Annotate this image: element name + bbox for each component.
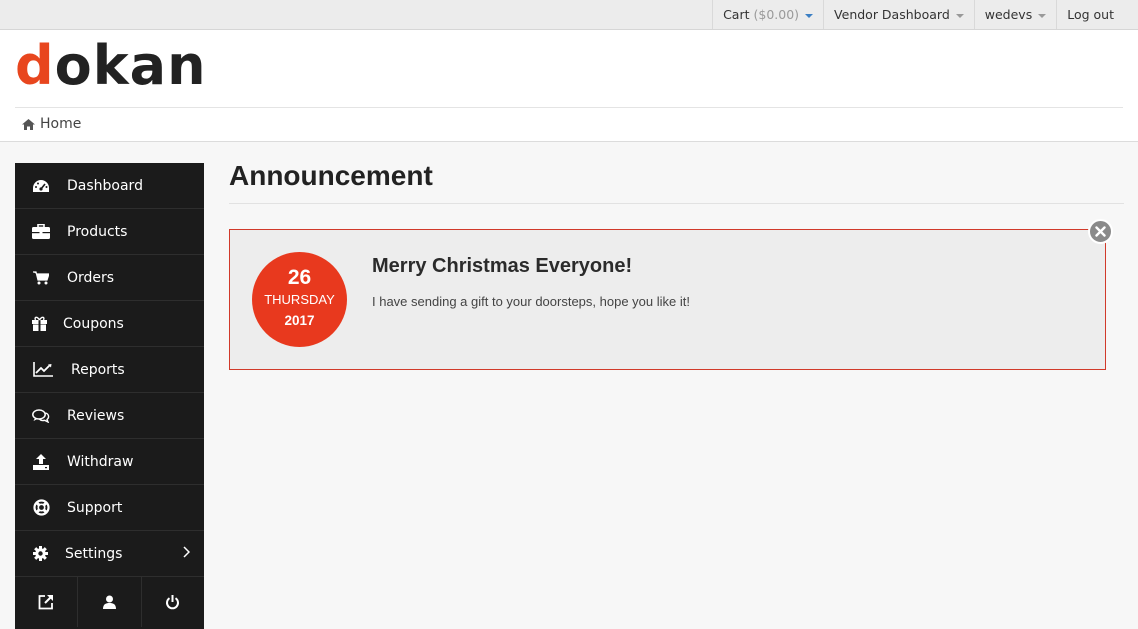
edit-account-button[interactable] <box>78 577 142 627</box>
logo-first-letter: d <box>15 34 55 97</box>
caret-down-icon <box>1038 13 1047 18</box>
user-icon <box>102 595 116 609</box>
chevron-right-icon <box>183 546 190 558</box>
cart-icon <box>15 270 67 285</box>
logo-rest: okan <box>54 34 207 97</box>
vendor-dashboard-menu[interactable]: Vendor Dashboard <box>823 0 974 29</box>
sidebar-item-label: Orders <box>67 269 115 286</box>
sidebar-item-label: Coupons <box>63 315 124 332</box>
logout-button[interactable] <box>142 577 204 627</box>
announcement-title[interactable]: Merry Christmas Everyone! <box>372 255 632 278</box>
cart-amount: ($0.00) <box>753 7 800 22</box>
sidebar-item-label: Reviews <box>67 407 125 424</box>
cart-label: Cart <box>723 7 750 22</box>
page-title: Announcement <box>229 160 433 191</box>
site-header: dokan Home <box>0 30 1138 142</box>
title-divider <box>229 203 1124 204</box>
power-icon <box>166 594 180 609</box>
site-logo[interactable]: dokan <box>15 34 207 98</box>
sidebar-item-withdraw[interactable]: Withdraw <box>15 439 204 485</box>
vendor-dashboard-label: Vendor Dashboard <box>834 7 950 22</box>
caret-down-icon <box>955 13 964 18</box>
visit-store-button[interactable] <box>15 577 79 627</box>
sidebar-item-products[interactable]: Products <box>15 209 204 255</box>
sidebar-item-label: Reports <box>71 361 125 378</box>
sidebar-item-label: Withdraw <box>67 453 134 470</box>
caret-down-icon <box>805 13 814 18</box>
sidebar-item-reviews[interactable]: Reviews <box>15 393 204 439</box>
top-bar: Cart ($0.00) Vendor Dashboard wedevs Log… <box>0 0 1138 30</box>
header-divider <box>15 107 1123 108</box>
close-icon <box>1095 226 1106 237</box>
sidebar-footer <box>15 577 204 627</box>
briefcase-icon <box>15 224 67 239</box>
logout-label: Log out <box>1067 7 1114 22</box>
user-label: wedevs <box>984 7 1033 22</box>
sidebar-item-label: Products <box>67 223 128 240</box>
life-ring-icon <box>15 499 67 516</box>
sidebar-item-coupons[interactable]: Coupons <box>15 301 204 347</box>
announcement-weekday: THURSDAY <box>264 292 335 307</box>
breadcrumb: Home <box>22 116 81 132</box>
external-link-icon <box>38 595 54 610</box>
announcement-year: 2017 <box>284 313 315 328</box>
comments-icon <box>15 408 67 423</box>
dashboard-sidebar: Dashboard Products Orders Coupons Report… <box>15 163 204 629</box>
line-chart-icon <box>15 362 71 377</box>
gear-icon <box>15 546 65 561</box>
sidebar-item-reports[interactable]: Reports <box>15 347 204 393</box>
sidebar-item-orders[interactable]: Orders <box>15 255 204 301</box>
cart-menu[interactable]: Cart ($0.00) <box>712 0 823 29</box>
user-menu[interactable]: wedevs <box>973 0 1056 29</box>
announcement-day: 26 <box>287 266 312 289</box>
close-announcement-button[interactable] <box>1088 219 1113 244</box>
sidebar-item-settings[interactable]: Settings <box>15 531 204 577</box>
top-nav: Cart ($0.00) Vendor Dashboard wedevs Log… <box>712 0 1138 29</box>
gift-icon <box>15 316 63 331</box>
home-icon <box>22 118 35 130</box>
dashboard-icon <box>15 179 67 193</box>
sidebar-item-label: Settings <box>65 545 123 562</box>
announcement-body: I have sending a gift to your doorsteps,… <box>372 294 690 309</box>
upload-icon <box>15 453 67 470</box>
logout-link[interactable]: Log out <box>1056 0 1138 29</box>
breadcrumb-home[interactable]: Home <box>40 116 81 132</box>
sidebar-item-label: Dashboard <box>67 177 143 194</box>
sidebar-item-label: Support <box>67 499 123 516</box>
announcement-date-badge: 26 THURSDAY 2017 <box>252 252 347 347</box>
sidebar-item-support[interactable]: Support <box>15 485 204 531</box>
sidebar-item-dashboard[interactable]: Dashboard <box>15 163 204 209</box>
